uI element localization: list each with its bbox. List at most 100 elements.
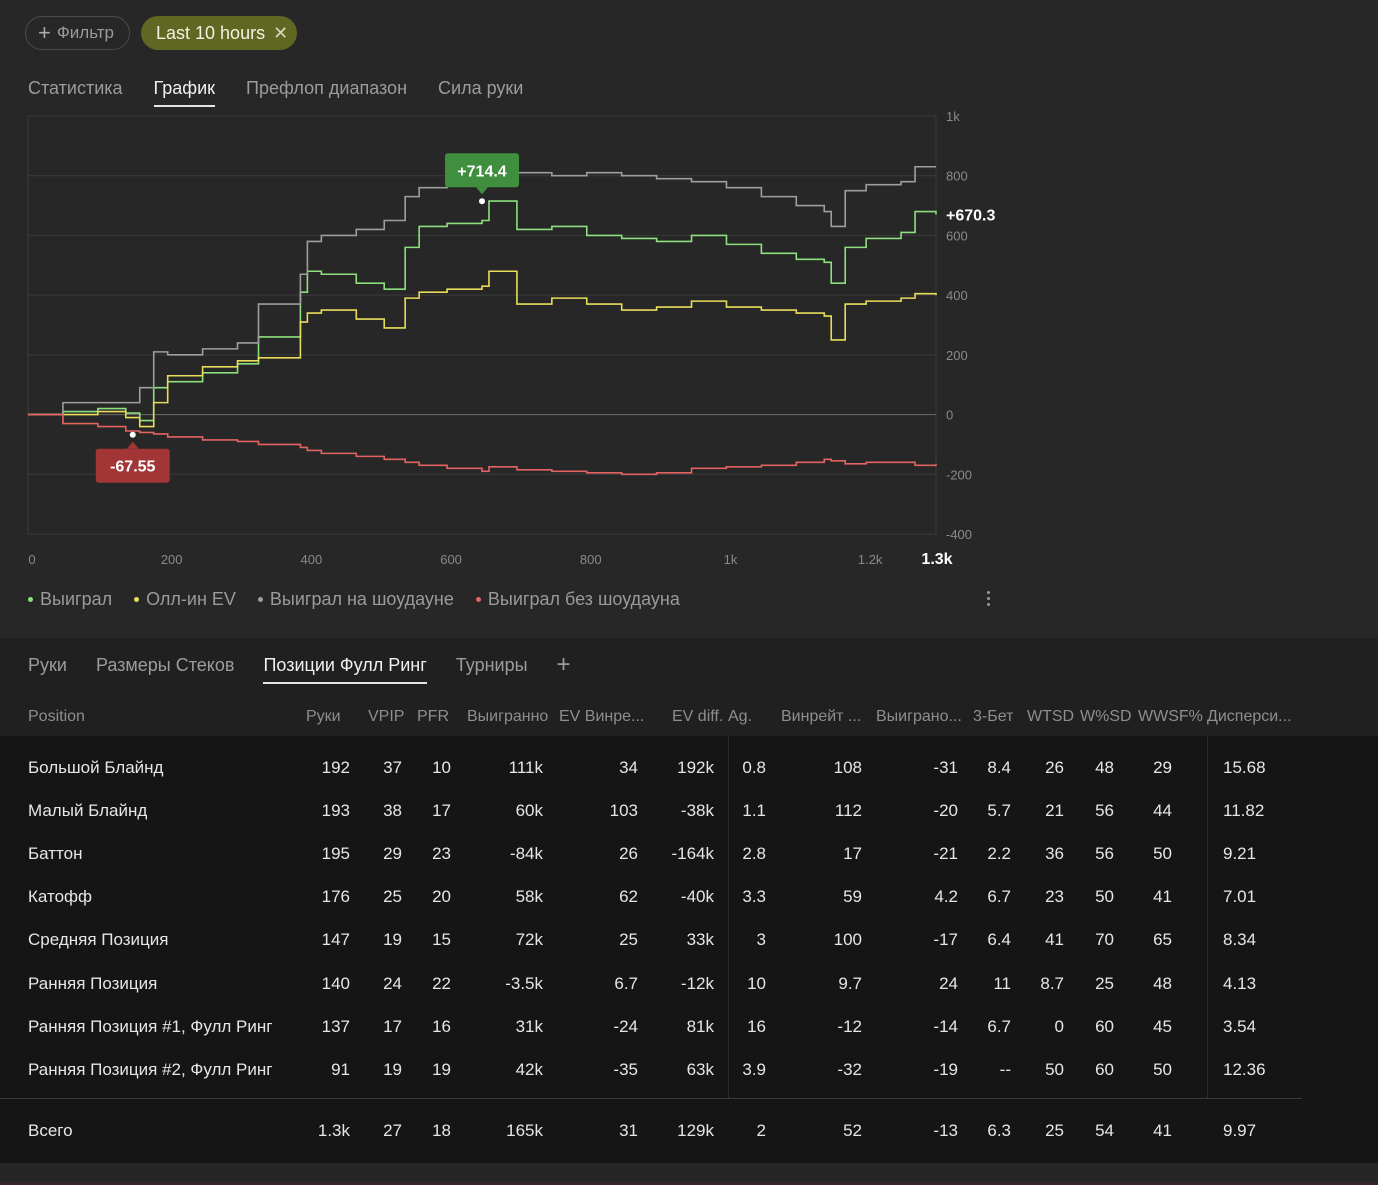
graph-chart: 1k 800 600 400 200 0 -200 -400 0 200 400 600 800 1k 1.… xyxy=(27,110,995,568)
report-tabs: Руки Размеры Стеков Позиции Фулл Ринг Турни… xyxy=(28,653,571,684)
table-cell: 176 xyxy=(321,887,350,907)
column-header[interactable]: Position xyxy=(28,708,85,726)
add-tab-icon[interactable]: + xyxy=(557,653,571,684)
legend-item[interactable]: Выиграл на шоудауне xyxy=(257,589,454,610)
table-cell: 20 xyxy=(432,887,451,907)
table-row[interactable]: Малый Блайнд 193 38 17 60k 103 -38k 1.1 112 -20 5.… xyxy=(0,789,1378,832)
report-tab-3[interactable]: Турниры xyxy=(456,655,528,684)
tab-1[interactable]: График xyxy=(153,78,216,107)
table-cell: 22 xyxy=(432,973,451,993)
table-row[interactable]: Катофф 176 25 20 58k 62 -40k 3.3 59 4.2 6.7 23 50 41 7… xyxy=(0,875,1378,918)
y-tick-label: 400 xyxy=(946,288,968,303)
column-header[interactable]: Дисперси... xyxy=(1207,708,1292,726)
table-cell: 16 xyxy=(432,1016,451,1036)
report-tab-0[interactable]: Руки xyxy=(28,655,67,684)
column-header[interactable]: Выигранно xyxy=(467,708,548,726)
table-cell: 56 xyxy=(1095,844,1114,864)
table-cell: 17 xyxy=(843,844,862,864)
table-cell: 6.4 xyxy=(987,930,1011,950)
filter-chip-time[interactable]: Last 10 hours ✕ xyxy=(141,16,297,50)
x-end-label: 1.3k xyxy=(921,551,952,568)
table-cell: 12.36 xyxy=(1223,1059,1266,1079)
table-cell: 25 xyxy=(383,887,402,907)
table-cell: -20 xyxy=(933,801,958,821)
table-cell: -84k xyxy=(509,844,543,864)
total-separator xyxy=(0,1098,1302,1099)
table-cell: 147 xyxy=(321,930,350,950)
table-row[interactable]: Средняя Позиция 147 19 15 72k 25 33k 3 100 -17 6.4… xyxy=(0,918,1378,961)
table-cell: 193 xyxy=(321,801,350,821)
tab-0[interactable]: Статистика xyxy=(28,78,123,107)
table-cell: -164k xyxy=(671,844,714,864)
table-cell: 29 xyxy=(1153,758,1172,777)
table-cell: 5.7 xyxy=(987,801,1011,821)
lower-panel: Руки Размеры Стеков Позиции Фулл Ринг Турни… xyxy=(0,638,1378,1185)
table-cell: 108 xyxy=(833,758,862,777)
table-cell: 9.21 xyxy=(1223,844,1257,864)
table-row[interactable]: Большой Блайнд 192 37 10 111k 34 192k 0.8 108 -31… xyxy=(0,746,1378,789)
column-header[interactable]: PFR xyxy=(417,708,449,726)
y-tick-label: 600 xyxy=(946,228,968,243)
table-cell: 31 xyxy=(619,1121,638,1140)
tab-3[interactable]: Сила руки xyxy=(438,78,523,107)
table-row[interactable]: Ранняя Позиция #1, Фулл Ринг 137 17 16 31k -2… xyxy=(0,1005,1378,1048)
column-header[interactable]: W%SD xyxy=(1080,708,1132,726)
column-header[interactable]: EV Винре... xyxy=(559,708,644,726)
table-cell: 1.3k xyxy=(317,1121,350,1140)
table-cell: 50 xyxy=(1045,1059,1064,1079)
legend-item[interactable]: Олл-ин EV xyxy=(134,589,236,610)
column-header[interactable]: WTSD xyxy=(1027,708,1074,726)
table-cell: Всего xyxy=(28,1121,73,1140)
table-cell: 21 xyxy=(1045,801,1064,821)
report-tab-1[interactable]: Размеры Стеков xyxy=(96,655,235,684)
table-cell: 103 xyxy=(609,801,638,821)
table-cell: 72k xyxy=(515,930,543,950)
column-header[interactable]: Выиграно... xyxy=(876,708,962,726)
table-cell: 48 xyxy=(1095,758,1114,777)
table-cell: -14 xyxy=(933,1016,958,1036)
table-cell: 36 xyxy=(1045,844,1064,864)
table-cell: Ранняя Позиция #1, Фулл Ринг xyxy=(28,1016,273,1036)
close-icon[interactable]: ✕ xyxy=(273,23,288,44)
legend-label: Выиграл xyxy=(40,589,113,609)
table-cell: 25 xyxy=(1045,1121,1064,1140)
table-cell: 60 xyxy=(1095,1059,1114,1079)
table-cell: -3.5k xyxy=(505,973,543,993)
x-tick-label: 1.2k xyxy=(858,552,883,567)
column-header[interactable]: Руки xyxy=(306,708,341,726)
y-tick-label: 800 xyxy=(946,169,968,184)
column-header[interactable]: Ag. xyxy=(728,708,752,726)
table-row[interactable]: Баттон 195 29 23 -84k 26 -164k 2.8 17 -21 2.2 36 56 5… xyxy=(0,832,1378,875)
column-header[interactable]: Винрейт ... xyxy=(781,708,861,726)
table-row[interactable]: Ранняя Позиция 140 24 22 -3.5k 6.7 -12k 10 9.7 24… xyxy=(0,962,1378,1005)
legend-dot xyxy=(28,597,33,602)
table-cell: 11.82 xyxy=(1223,801,1265,821)
table-cell: 52 xyxy=(843,1121,862,1140)
legend-item[interactable]: Выиграл без шоудауна xyxy=(475,589,680,610)
table-row[interactable]: Ранняя Позиция #2, Фулл Ринг 91 19 19 42k -35… xyxy=(0,1048,1378,1091)
table-cell: 4.13 xyxy=(1223,973,1257,993)
report-tab-2[interactable]: Позиции Фулл Ринг xyxy=(263,655,427,684)
column-header[interactable]: 3-Бет xyxy=(973,708,1013,726)
column-header[interactable]: EV diff. xyxy=(672,708,723,726)
table-cell: 140 xyxy=(321,973,350,993)
table-cell: 44 xyxy=(1153,801,1172,821)
legend-item[interactable]: Выиграл xyxy=(28,589,112,610)
column-header[interactable]: WWSF% xyxy=(1138,708,1203,726)
annotation-point xyxy=(479,198,485,205)
table-cell: 165k xyxy=(506,1121,543,1140)
table-cell: -31 xyxy=(933,758,958,777)
tab-2[interactable]: Префлоп диапазон xyxy=(246,78,407,107)
table-cell: 112 xyxy=(834,801,862,821)
x-tick-label: 1k xyxy=(724,552,738,567)
table-cell: 41 xyxy=(1153,1121,1172,1140)
y-tick-label: 200 xyxy=(946,348,968,363)
table-total-row[interactable]: Всего 1.3k 27 18 165k 31 129k 2 52 -13 6.3 25 54 41 9.… xyxy=(0,1109,1378,1152)
table-cell: 41 xyxy=(1153,887,1172,907)
more-options-icon[interactable] xyxy=(978,586,998,610)
add-filter-button[interactable]: + Фильтр xyxy=(25,16,130,50)
annotation-label: -67.55 xyxy=(110,459,155,476)
table-cell: 17 xyxy=(383,1016,402,1036)
table-cell: 56 xyxy=(1095,801,1114,821)
column-header[interactable]: VPIP xyxy=(368,708,404,726)
